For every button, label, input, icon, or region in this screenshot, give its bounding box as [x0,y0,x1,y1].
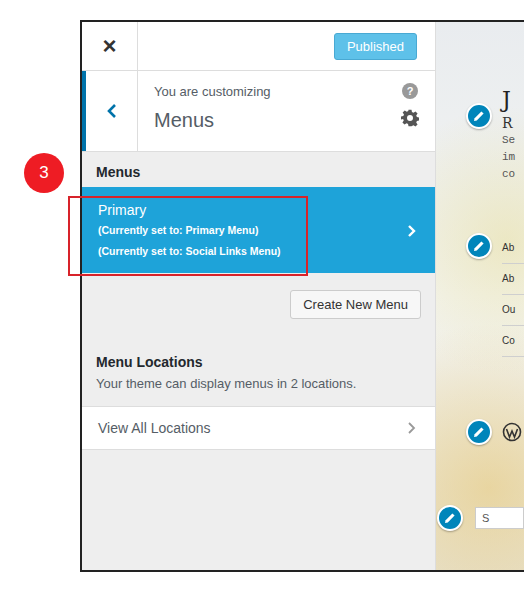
preview-menu-item[interactable]: Ab [502,264,524,295]
section-subtitle: You are customizing [154,83,385,101]
chevron-right-icon [407,421,417,435]
gear-icon[interactable] [401,109,419,127]
preview-menu-item[interactable]: Ou [502,295,524,326]
site-subtitle: R [502,114,515,132]
edit-pencil-icon[interactable] [466,103,492,129]
menu-location: (Currently set to: Social Links Menu) [98,241,281,262]
site-title: J [502,86,515,114]
menus-heading: Menus [82,152,435,187]
edit-pencil-icon[interactable] [466,419,492,445]
site-description-line: im [502,149,515,166]
back-arrow-icon [106,103,118,119]
preview-menu-item[interactable]: Co [502,326,524,357]
search-field[interactable]: S [475,507,524,529]
site-description-line: co [502,166,515,183]
help-button[interactable]: ? [402,83,418,99]
back-button[interactable] [82,71,138,151]
section-header: You are customizing Menus? [82,71,435,152]
published-button[interactable]: Published [334,33,417,60]
top-bar: × Published [82,22,435,71]
customizer-panel: × Published You are customizing Menus? Menus… [82,22,436,570]
site-preview: JRSeimcoAbAbOuCoS [436,22,524,570]
menu-location: (Currently set to: Primary Menu) [98,220,281,241]
screenshot-frame: × Published You are customizing Menus? Menus… [80,20,524,572]
view-all-locations[interactable]: View All Locations [82,406,435,450]
preview-menu-item[interactable]: Ab [502,233,524,264]
wordpress-icon[interactable] [502,422,522,442]
menu-locations: Menu LocationsYour theme can display men… [82,319,435,406]
section-title: Menus [154,105,385,135]
chevron-right-icon [407,224,417,238]
edit-pencil-icon[interactable] [466,233,492,259]
step-badge: 3 [24,153,64,193]
page: 3 × Published You are customizing Menus? Menu… [0,0,524,591]
site-description-line: Se [502,132,515,149]
close-button[interactable]: × [82,22,138,70]
menu-item[interactable]: Primary(Currently set to: Primary Menu)(… [82,187,435,273]
create-menu-button[interactable]: Create New Menu [290,290,421,319]
edit-pencil-icon[interactable] [437,505,463,531]
